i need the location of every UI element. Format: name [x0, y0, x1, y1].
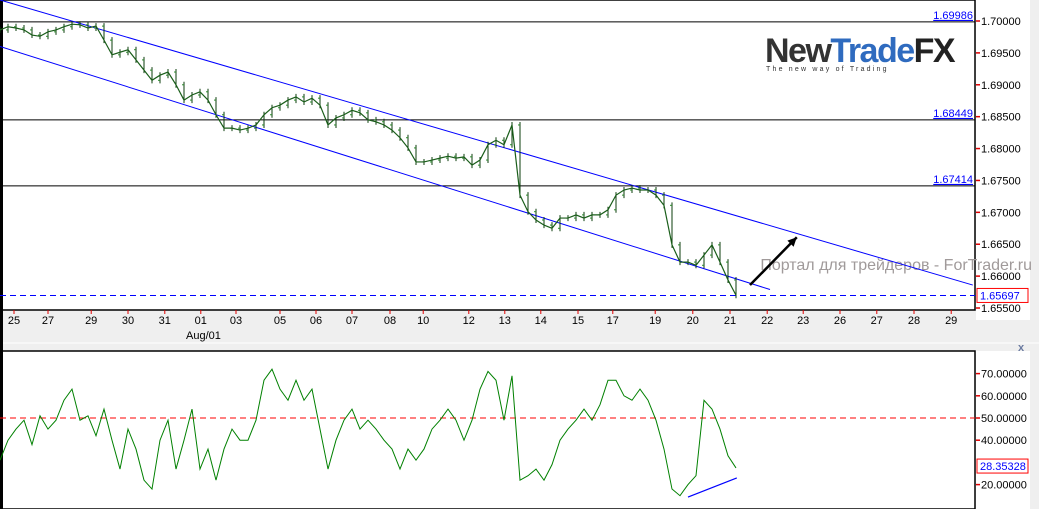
price-tick-label: 1.69000 [981, 80, 1021, 92]
price-tick-label: 1.67000 [981, 207, 1021, 219]
price-tick-label: 1.69500 [981, 48, 1021, 60]
time-tick-label: 08 [384, 315, 396, 327]
time-tick-label: 29 [85, 315, 97, 327]
time-tick-label: 07 [346, 315, 358, 327]
indicator-plot-area[interactable] [0, 350, 976, 509]
time-tick-label: 28 [908, 315, 920, 327]
time-tick-label: 15 [572, 315, 584, 327]
time-tick-label: 29 [945, 315, 957, 327]
time-tick-label: 21 [724, 315, 736, 327]
price-tick-label: 1.66000 [981, 271, 1021, 283]
time-tick-label: 17 [607, 315, 619, 327]
time-tick-label: 01 [195, 315, 207, 327]
time-tick-label: 23 [797, 315, 809, 327]
time-tick-label: 05 [274, 315, 286, 327]
time-tick-label: 26 [834, 315, 846, 327]
indicator-tick-label: 40.00000 [981, 435, 1027, 447]
price-tick-label: 1.68500 [981, 112, 1021, 124]
time-tick-label: 06 [310, 315, 322, 327]
time-tick-label: 22 [761, 315, 773, 327]
level-label: 1.67414 [933, 174, 973, 186]
time-tick-label: 12 [463, 315, 475, 327]
indicator-tick-label: 60.00000 [981, 391, 1027, 403]
current-price-label: 1.65697 [980, 290, 1020, 302]
level-label: 1.68449 [933, 108, 973, 120]
time-tick-label: 10 [417, 315, 429, 327]
svg-text:NewTradeFX: NewTradeFX [765, 32, 956, 70]
x-sublabel: Aug/01 [186, 330, 221, 342]
price-tick-label: 1.67500 [981, 175, 1021, 187]
price-tick-label: 1.70000 [981, 16, 1021, 28]
trading-chart: NewTradeFX The new way of Trading Портал… [0, 0, 1039, 509]
time-tick-label: 13 [499, 315, 511, 327]
current-indicator-label: 28.35328 [980, 461, 1026, 473]
time-tick-label: 27 [42, 315, 54, 327]
indicator-tick-label: 20.00000 [981, 480, 1027, 492]
time-tick-label: 14 [535, 315, 547, 327]
time-tick-label: 25 [8, 315, 20, 327]
close-indicator-icon[interactable]: x [1018, 342, 1025, 354]
time-tick-label: 30 [122, 315, 134, 327]
time-tick-label: 20 [687, 315, 699, 327]
indicator-tick-label: 70.00000 [981, 369, 1027, 381]
time-tick-label: 31 [159, 315, 171, 327]
time-tick-label: 03 [230, 315, 242, 327]
price-tick-label: 1.65500 [981, 303, 1021, 315]
price-tick-label: 1.66500 [981, 239, 1021, 251]
svg-text:The new way of Trading: The new way of Trading [766, 66, 889, 73]
price-tick-label: 1.68000 [981, 144, 1021, 156]
indicator-tick-label: 50.00000 [981, 413, 1027, 425]
time-tick-label: 19 [649, 315, 661, 327]
newtradefx-logo: NewTradeFX The new way of Trading [765, 32, 957, 73]
left-border [0, 0, 3, 509]
level-label: 1.69986 [933, 10, 973, 22]
time-tick-label: 27 [871, 315, 883, 327]
